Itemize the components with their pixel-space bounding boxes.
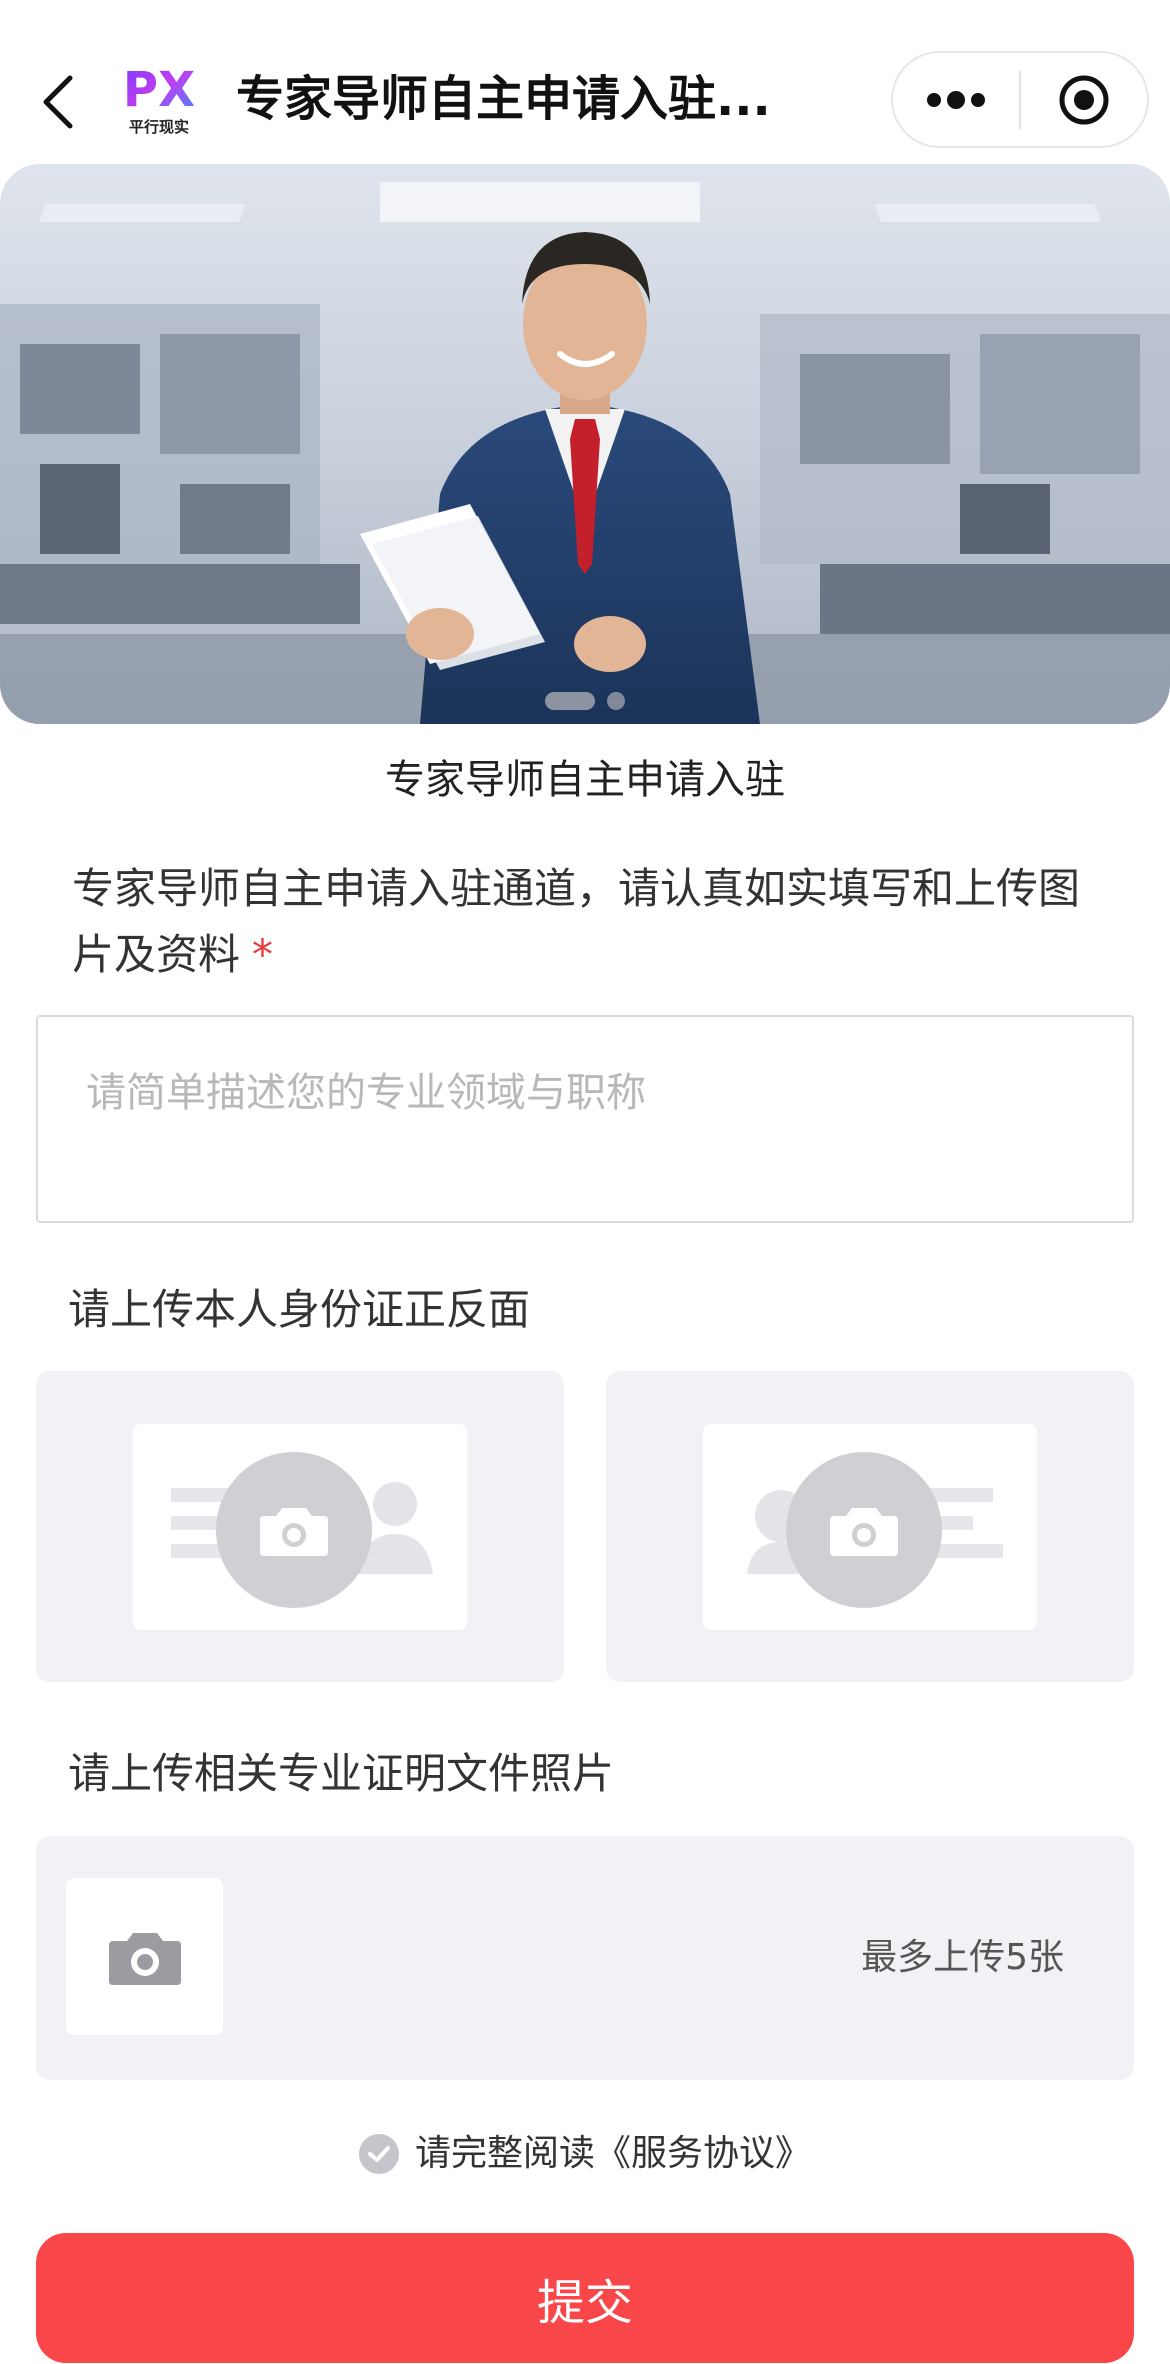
top-nav-bar: PX 平行现实 专家导师自主申请入驻... <box>0 0 1170 165</box>
app-logo: PX 平行现实 <box>118 60 200 140</box>
agreement-text[interactable]: 请完整阅读《服务协议》 <box>415 2128 811 2180</box>
camera-button[interactable] <box>216 1452 372 1608</box>
mini-program-capsule <box>891 51 1149 148</box>
svg-text:PX: PX <box>123 62 195 116</box>
cert-upload-label: 请上传相关专业证明文件照片 <box>68 1749 615 1798</box>
close-button[interactable] <box>1021 53 1147 146</box>
question-text: 专家导师自主申请入驻通道，请认真如实填写和上传图片及资料 <box>72 864 1081 979</box>
target-circle-icon <box>1059 75 1109 124</box>
carousel-dot-active[interactable] <box>545 692 595 710</box>
page-title: 专家导师自主申请入驻... <box>236 71 771 127</box>
agreement-row[interactable]: 请完整阅读《服务协议》 <box>0 2128 1170 2180</box>
camera-icon <box>260 1508 328 1556</box>
page: PX 平行现实 专家导师自主申请入驻... 专家导师自主申请入驻 专家导师自主申… <box>0 0 1170 2364</box>
required-mark: * <box>252 930 274 979</box>
cert-upload-area: 最多上传5张 <box>36 1836 1134 2080</box>
banner-carousel[interactable] <box>0 164 1170 724</box>
form-title: 专家导师自主申请入驻 <box>385 757 785 803</box>
upload-limit-hint: 最多上传5张 <box>861 1937 1064 1978</box>
check-icon <box>367 2146 390 2162</box>
textarea-placeholder: 请简单描述您的专业领域与职称 <box>86 1070 646 1116</box>
chevron-left-icon <box>43 75 73 129</box>
carousel-dot[interactable] <box>607 692 625 710</box>
camera-button[interactable] <box>786 1452 942 1608</box>
description-textarea[interactable]: 请简单描述您的专业领域与职称 <box>36 1015 1134 1223</box>
agreement-checkbox[interactable] <box>358 2134 399 2174</box>
camera-icon <box>108 1932 181 1985</box>
submit-button[interactable]: 提交 <box>36 2233 1134 2363</box>
id-front-upload[interactable] <box>36 1371 564 1682</box>
logo-subtitle: 平行现实 <box>128 118 189 136</box>
camera-icon <box>830 1508 898 1556</box>
add-photo-button[interactable] <box>66 1878 223 2035</box>
id-back-upload[interactable] <box>606 1371 1134 1682</box>
id-upload-label: 请上传本人身份证正反面 <box>68 1285 531 1334</box>
back-button[interactable] <box>28 62 88 142</box>
form-question: 专家导师自主申请入驻通道，请认真如实填写和上传图片及资料 * <box>72 856 1092 988</box>
more-dots-icon <box>927 90 985 109</box>
carousel-indicators <box>0 686 1170 716</box>
banner-image <box>0 164 1170 724</box>
more-button[interactable] <box>893 53 1019 146</box>
